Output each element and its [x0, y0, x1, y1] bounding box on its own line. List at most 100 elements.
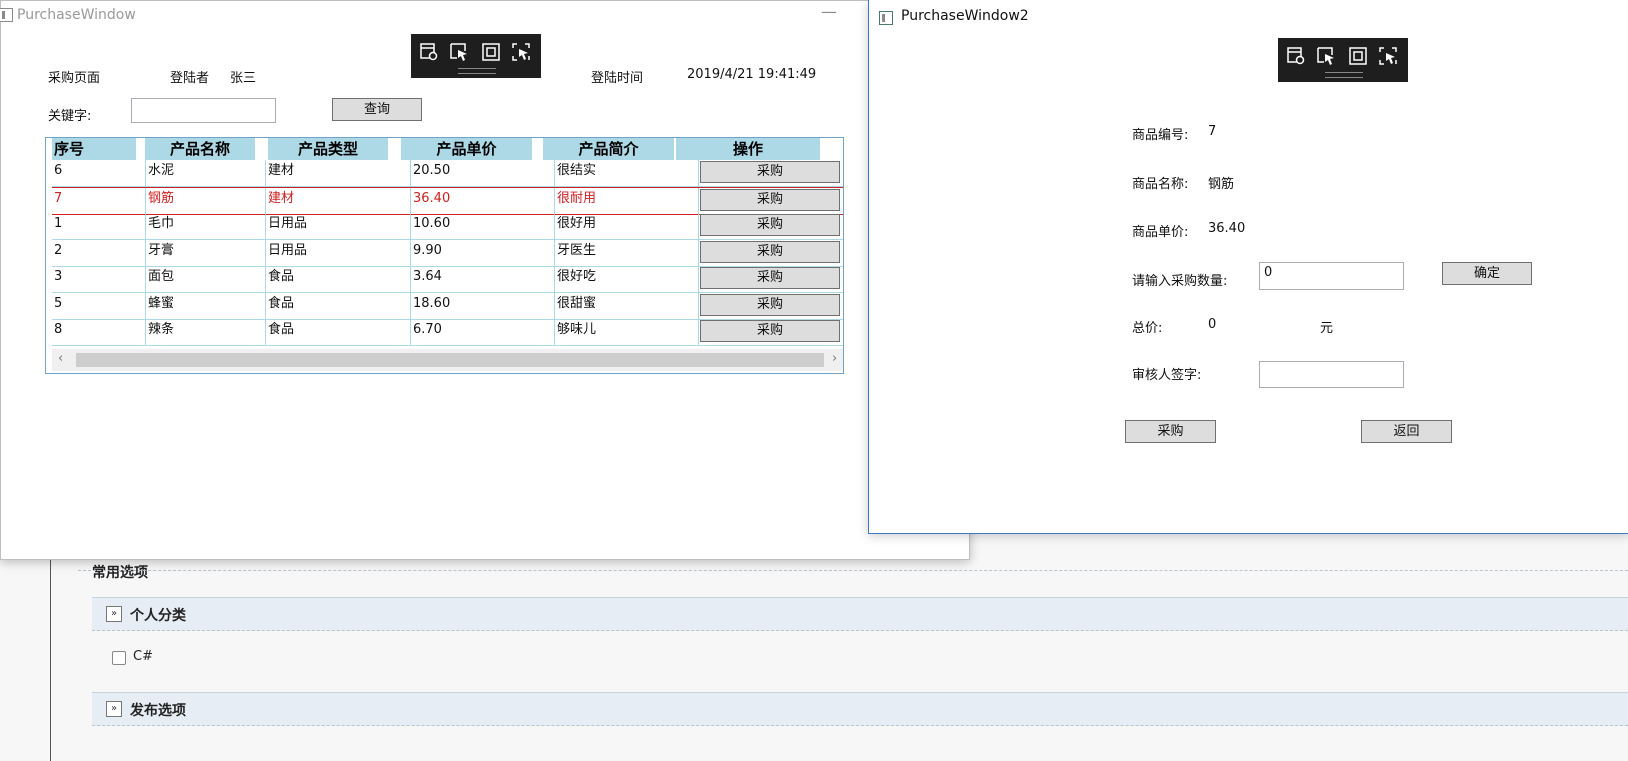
- table-cell-name[interactable]: 水泥: [146, 160, 266, 186]
- table-cell-id[interactable]: 1: [52, 213, 146, 239]
- table-cell-name[interactable]: 蜂蜜: [146, 293, 266, 319]
- section-title: 个人分类: [130, 608, 186, 624]
- section-common-options-title: 常用选项: [92, 565, 148, 581]
- table-cell-desc[interactable]: 很耐用: [555, 188, 699, 214]
- toolbar-drag-handle[interactable]: [1325, 72, 1363, 78]
- section-publish-options[interactable]: » 发布选项: [92, 692, 1628, 726]
- quantity-label: 请输入采购数量:: [1132, 274, 1228, 289]
- table-row[interactable]: 6 水泥 建材 20.50 很结实 采购: [52, 160, 843, 187]
- table-cell-type[interactable]: 食品: [266, 266, 411, 292]
- table-cell-desc[interactable]: 牙医生: [555, 240, 699, 266]
- display-layout-adorners-icon[interactable]: [1348, 46, 1368, 66]
- column-header-type[interactable]: 产品类型: [268, 138, 388, 160]
- section-personal-category[interactable]: » 个人分类: [92, 597, 1628, 631]
- table-cell-desc[interactable]: 很甜蜜: [555, 293, 699, 319]
- track-focus-icon[interactable]: [1378, 46, 1398, 66]
- collapse-chevron-icon[interactable]: »: [106, 606, 122, 622]
- table-row[interactable]: 7 钢筋 建材 36.40 很耐用 采购: [52, 187, 843, 215]
- table-row[interactable]: 3 面包 食品 3.64 很好吃 采购: [52, 266, 843, 293]
- row-purchase-button[interactable]: 采购: [700, 214, 840, 236]
- table-cell-price[interactable]: 10.60: [411, 213, 555, 239]
- table-cell-desc[interactable]: 够味儿: [555, 319, 699, 345]
- query-button[interactable]: 查询: [332, 98, 422, 121]
- row-purchase-button[interactable]: 采购: [700, 294, 840, 316]
- table-cell-type[interactable]: 日用品: [266, 240, 411, 266]
- table-cell-type[interactable]: 建材: [266, 188, 411, 214]
- confirm-button[interactable]: 确定: [1442, 262, 1532, 285]
- minimize-button[interactable]: —: [821, 2, 837, 21]
- table-cell-price[interactable]: 36.40: [411, 188, 555, 214]
- total-value: 0: [1208, 317, 1217, 332]
- row-purchase-button[interactable]: 采购: [700, 320, 840, 342]
- page-label: 采购页面: [48, 71, 101, 86]
- table-cell-price[interactable]: 18.60: [411, 293, 555, 319]
- login-time-value: 2019/4/21 19:41:49: [687, 67, 817, 82]
- table-cell-desc[interactable]: 很好吃: [555, 266, 699, 292]
- table-cell-name[interactable]: 毛巾: [146, 213, 266, 239]
- column-header-desc[interactable]: 产品简介: [543, 138, 674, 160]
- category-checkbox[interactable]: [112, 651, 126, 665]
- reviewer-signature-input[interactable]: [1259, 361, 1404, 388]
- product-id-value: 7: [1208, 124, 1217, 139]
- table-row[interactable]: 8 辣条 食品 6.70 够味儿 采购: [52, 319, 843, 346]
- column-header-action[interactable]: 操作: [676, 138, 820, 160]
- window-titlebar[interactable]: PurchaseWindow —: [0, 1, 969, 31]
- purchase-window-2: PurchaseWindow2 商品编号: 7 商品名称: 钢筋 商品单价: 3…: [868, 0, 1628, 534]
- table-cell-name[interactable]: 辣条: [146, 319, 266, 345]
- row-purchase-button[interactable]: 采购: [700, 241, 840, 263]
- table-row[interactable]: 5 蜂蜜 食品 18.60 很甜蜜 采购: [52, 293, 843, 320]
- window-icon: [879, 11, 893, 25]
- quantity-input[interactable]: 0: [1259, 262, 1404, 290]
- table-cell-price[interactable]: 20.50: [411, 160, 555, 186]
- table-cell-type[interactable]: 食品: [266, 319, 411, 345]
- table-cell-type[interactable]: 食品: [266, 293, 411, 319]
- toolbar-drag-handle[interactable]: [458, 68, 496, 74]
- table-cell-id[interactable]: 8: [52, 319, 146, 345]
- select-element-icon[interactable]: [1316, 46, 1336, 66]
- product-id-label: 商品编号:: [1132, 128, 1189, 143]
- live-visual-tree-icon[interactable]: [1286, 46, 1306, 66]
- table-cell-price[interactable]: 3.64: [411, 266, 555, 292]
- row-purchase-button[interactable]: 采购: [700, 189, 840, 211]
- table-cell-name[interactable]: 牙膏: [146, 240, 266, 266]
- scroll-left-icon[interactable]: ‹: [58, 351, 63, 366]
- table-cell-id[interactable]: 2: [52, 240, 146, 266]
- column-header-price[interactable]: 产品单价: [401, 138, 532, 160]
- table-cell-type[interactable]: 建材: [266, 160, 411, 186]
- horizontal-scrollbar[interactable]: ‹ ›: [52, 349, 843, 371]
- window-title[interactable]: PurchaseWindow2: [901, 8, 1029, 24]
- collapse-chevron-icon[interactable]: »: [106, 701, 122, 717]
- display-layout-adorners-icon[interactable]: [481, 42, 501, 62]
- keyword-label: 关键字:: [48, 109, 92, 124]
- back-button[interactable]: 返回: [1361, 420, 1452, 443]
- table-cell-price[interactable]: 6.70: [411, 319, 555, 345]
- table-cell-id[interactable]: 5: [52, 293, 146, 319]
- login-user-value: 张三: [230, 71, 257, 86]
- table-cell-name[interactable]: 钢筋: [146, 188, 266, 214]
- product-price-label: 商品单价:: [1132, 225, 1189, 240]
- row-purchase-button[interactable]: 采购: [700, 161, 840, 183]
- table-cell-name[interactable]: 面包: [146, 266, 266, 292]
- table-cell-id[interactable]: 7: [52, 188, 146, 214]
- table-row[interactable]: 2 牙膏 日用品 9.90 牙医生 采购: [52, 240, 843, 267]
- column-header-id[interactable]: 序号: [52, 138, 136, 160]
- column-header-name[interactable]: 产品名称: [145, 138, 255, 160]
- select-element-icon[interactable]: [449, 42, 469, 62]
- table-cell-desc[interactable]: 很结实: [555, 160, 699, 186]
- table-cell-id[interactable]: 3: [52, 266, 146, 292]
- row-purchase-button[interactable]: 采购: [700, 267, 840, 289]
- keyword-input[interactable]: [131, 98, 276, 123]
- purchase-button[interactable]: 采购: [1125, 420, 1216, 443]
- live-visual-tree-icon[interactable]: [419, 42, 439, 62]
- table-row[interactable]: 1 毛巾 日用品 10.60 很好用 采购: [52, 213, 843, 240]
- product-datagrid[interactable]: 序号 产品名称 产品类型 产品单价 产品简介 操作 6 水泥 建材 20.50 很结实采…: [45, 137, 844, 374]
- scroll-right-icon[interactable]: ›: [832, 351, 837, 366]
- reviewer-label: 审核人签字:: [1132, 368, 1202, 383]
- table-cell-id[interactable]: 6: [52, 160, 146, 186]
- table-cell-price[interactable]: 9.90: [411, 240, 555, 266]
- track-focus-icon[interactable]: [511, 42, 531, 62]
- table-cell-type[interactable]: 日用品: [266, 213, 411, 239]
- table-cell-desc[interactable]: 很好用: [555, 213, 699, 239]
- wpf-debug-toolbar: [411, 34, 541, 78]
- scrollbar-thumb[interactable]: [76, 353, 824, 367]
